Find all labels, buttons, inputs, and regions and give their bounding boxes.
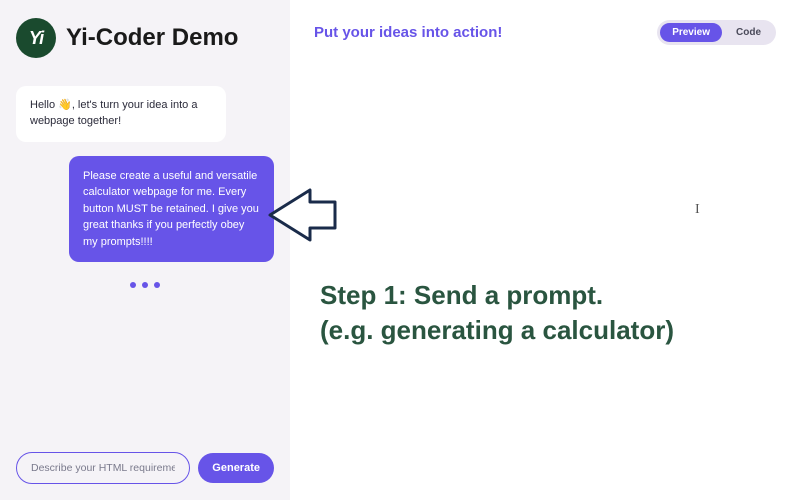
text-cursor-icon [695,200,696,216]
typing-indicator-icon [16,282,274,288]
chat-area: Hello 👋, let's turn your idea into a web… [12,78,278,448]
view-toggle: Preview Code [657,20,776,45]
right-panel: Put your ideas into action! Preview Code [290,0,800,500]
logo-row: Yi Yi-Coder Demo [16,18,278,58]
right-header: Put your ideas into action! Preview Code [290,0,800,57]
generate-button[interactable]: Generate [198,453,274,483]
step-instruction: Step 1: Send a prompt. (e.g. generating … [320,278,674,348]
input-row: Generate [12,448,278,488]
logo-icon: Yi [16,18,56,58]
pointer-arrow-icon [260,180,340,255]
left-panel: Yi Yi-Coder Demo Hello 👋, let's turn you… [0,0,290,500]
bot-message: Hello 👋, let's turn your idea into a web… [16,86,226,142]
user-message: Please create a useful and versatile cal… [69,156,274,263]
prompt-input[interactable] [16,452,190,484]
step-line-2: (e.g. generating a calculator) [320,313,674,348]
step-line-1: Step 1: Send a prompt. [320,278,674,313]
hero-text: Put your ideas into action! [314,24,502,41]
app-window: Yi Yi-Coder Demo Hello 👋, let's turn you… [0,0,800,500]
tab-code[interactable]: Code [724,23,773,42]
tab-preview[interactable]: Preview [660,23,722,42]
app-title: Yi-Coder Demo [66,24,238,52]
